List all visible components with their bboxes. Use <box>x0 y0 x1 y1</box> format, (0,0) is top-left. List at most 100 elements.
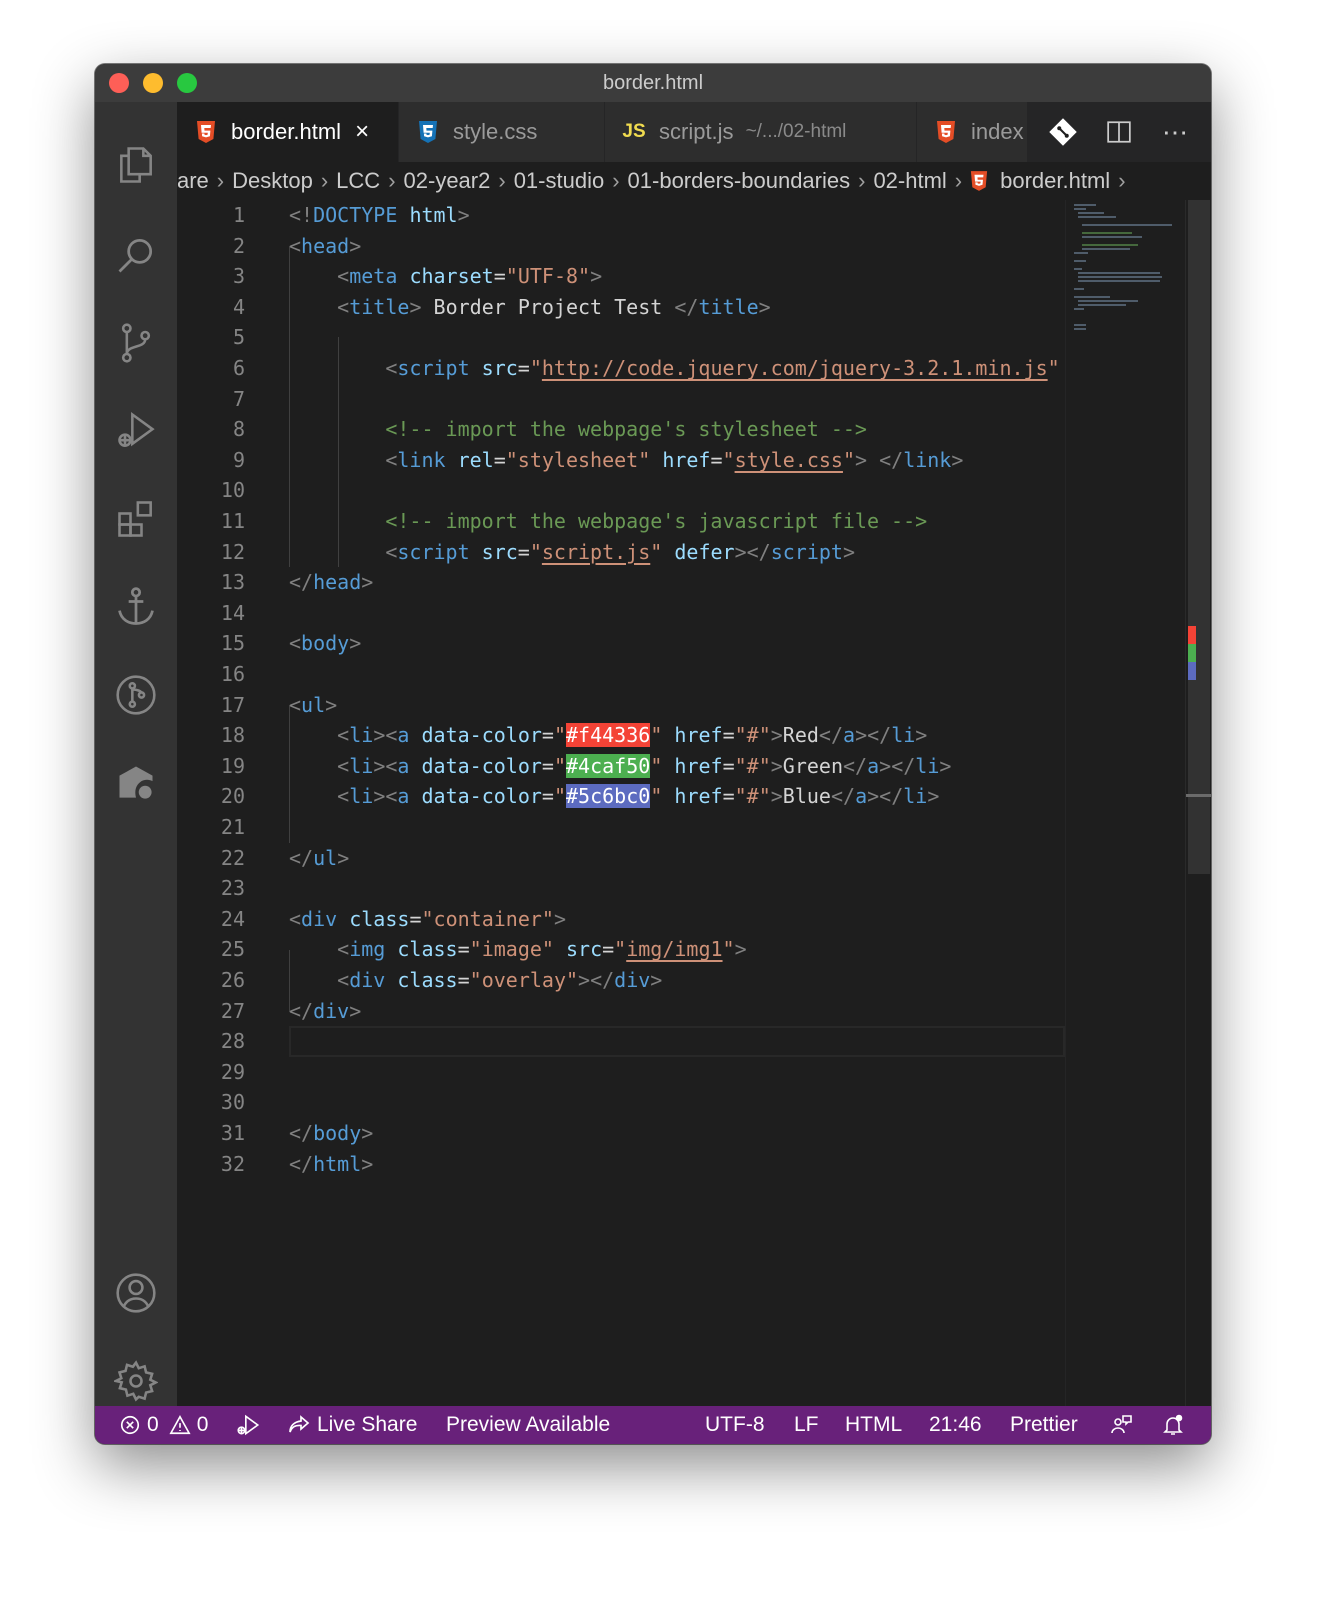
settings-gear-icon[interactable] <box>113 1358 159 1404</box>
line-number[interactable]: 24 <box>177 904 245 935</box>
code-line[interactable]: 16 <box>177 659 1065 690</box>
code-line[interactable]: 9 <link rel="stylesheet" href="style.css… <box>177 445 1065 476</box>
line-number[interactable]: 21 <box>177 812 245 843</box>
code-line[interactable]: 21 <box>177 812 1065 843</box>
close-window-button[interactable] <box>109 73 129 93</box>
git-compare-icon[interactable] <box>1043 112 1083 152</box>
breadcrumb-item[interactable]: 01-studio <box>514 168 605 194</box>
source-control-icon[interactable] <box>113 320 159 366</box>
line-number[interactable]: 16 <box>177 659 245 690</box>
code-line[interactable]: 7 <box>177 384 1065 415</box>
run-debug-icon[interactable] <box>113 408 159 454</box>
line-number[interactable]: 9 <box>177 445 245 476</box>
line-number[interactable]: 10 <box>177 475 245 506</box>
code-line[interactable]: 29 <box>177 1057 1065 1088</box>
code-line[interactable]: 12 <script src="script.js" defer></scrip… <box>177 537 1065 568</box>
debug-run-icon[interactable] <box>235 1406 261 1444</box>
line-number[interactable]: 27 <box>177 996 245 1027</box>
explorer-icon[interactable] <box>113 142 159 188</box>
line-number[interactable]: 13 <box>177 567 245 598</box>
encoding-selector[interactable]: UTF-8 <box>705 1406 765 1444</box>
line-number[interactable]: 31 <box>177 1118 245 1149</box>
code-line[interactable]: 2 <head> <box>177 231 1065 262</box>
code-line[interactable]: 26 <div class="overlay"></div> <box>177 965 1065 996</box>
code-line[interactable]: 20 <li><a data-color="#5c6bc0" href="#">… <box>177 781 1065 812</box>
code-editor[interactable]: 1 <!DOCTYPE html> 2 <head> 3 <meta charset="… <box>177 200 1065 1406</box>
code-line[interactable]: 13 </head> <box>177 567 1065 598</box>
live-share-button[interactable]: Live Share <box>287 1406 417 1444</box>
line-number[interactable]: 1 <box>177 200 245 231</box>
code-line[interactable]: 15 <body> <box>177 628 1065 659</box>
more-actions-icon[interactable]: ⋯ <box>1155 112 1195 152</box>
tab-index[interactable]: index <box>917 102 1029 162</box>
breadcrumb-item[interactable]: 02-year2 <box>404 168 491 194</box>
language-mode-selector[interactable]: HTML <box>845 1406 902 1444</box>
code-line[interactable]: 28 <box>177 1026 1065 1057</box>
code-line[interactable]: 19 <li><a data-color="#4caf50" href="#">… <box>177 751 1065 782</box>
code-line[interactable]: 6 <script src="http://code.jquery.com/jq… <box>177 353 1065 384</box>
code-line[interactable]: 11 <!-- import the webpage's javascript … <box>177 506 1065 537</box>
anchor-icon[interactable] <box>113 584 159 630</box>
tab-border-html[interactable]: border.html × <box>177 102 399 162</box>
split-editor-icon[interactable] <box>1099 112 1139 152</box>
line-number[interactable]: 14 <box>177 598 245 629</box>
eol-selector[interactable]: LF <box>794 1406 819 1444</box>
scrollbar-thumb[interactable] <box>1188 200 1210 874</box>
line-number[interactable]: 29 <box>177 1057 245 1088</box>
line-number[interactable]: 17 <box>177 690 245 721</box>
code-line[interactable]: 27 </div> <box>177 996 1065 1027</box>
code-line[interactable]: 24 <div class="container"> <box>177 904 1065 935</box>
code-line[interactable]: 1 <!DOCTYPE html> <box>177 200 1065 231</box>
code-line[interactable]: 17 <ul> <box>177 690 1065 721</box>
breadcrumb-item[interactable]: are <box>177 168 209 194</box>
feedback-icon[interactable] <box>1109 1406 1133 1444</box>
extensions-icon[interactable] <box>113 496 159 542</box>
minimize-window-button[interactable] <box>143 73 163 93</box>
line-number[interactable]: 25 <box>177 934 245 965</box>
minimap[interactable] <box>1065 200 1185 1406</box>
tab-script-js[interactable]: JS script.js ~/.../02-html <box>605 102 917 162</box>
problems-indicator[interactable]: 0 0 <box>119 1406 208 1444</box>
code-line[interactable]: 30 <box>177 1087 1065 1118</box>
code-line[interactable]: 31 </body> <box>177 1118 1065 1149</box>
line-number[interactable]: 7 <box>177 384 245 415</box>
line-number[interactable]: 4 <box>177 292 245 323</box>
code-line[interactable]: 4 <title> Border Project Test </title> <box>177 292 1065 323</box>
code-line[interactable]: 18 <li><a data-color="#f44336" href="#">… <box>177 720 1065 751</box>
remote-explorer-icon[interactable] <box>113 760 159 806</box>
line-number[interactable]: 22 <box>177 843 245 874</box>
close-tab-icon[interactable]: × <box>355 118 369 146</box>
git-graph-icon[interactable] <box>113 672 159 718</box>
code-line[interactable]: 8 <!-- import the webpage's stylesheet -… <box>177 414 1065 445</box>
line-number[interactable]: 23 <box>177 873 245 904</box>
code-line[interactable]: 25 <img class="image" src="img/img1"> <box>177 934 1065 965</box>
line-number[interactable]: 28 <box>177 1026 245 1057</box>
line-number[interactable]: 3 <box>177 261 245 292</box>
line-number[interactable]: 5 <box>177 322 245 353</box>
tab-style-css[interactable]: style.css <box>399 102 605 162</box>
code-line[interactable]: 14 <box>177 598 1065 629</box>
code-line[interactable]: 5 <box>177 322 1065 353</box>
accounts-icon[interactable] <box>113 1270 159 1316</box>
notifications-bell-icon[interactable] <box>1161 1406 1185 1444</box>
breadcrumb-item[interactable]: 01-borders-boundaries <box>628 168 851 194</box>
line-number[interactable]: 2 <box>177 231 245 262</box>
code-line[interactable]: 10 <box>177 475 1065 506</box>
line-number[interactable]: 32 <box>177 1149 245 1180</box>
line-number[interactable]: 30 <box>177 1087 245 1118</box>
line-number[interactable]: 6 <box>177 353 245 384</box>
breadcrumb-item[interactable]: 02-html <box>873 168 946 194</box>
preview-available[interactable]: Preview Available <box>446 1406 610 1444</box>
search-icon[interactable] <box>113 232 159 278</box>
code-line[interactable]: 32 </html> <box>177 1149 1065 1180</box>
prettier-status[interactable]: Prettier <box>1010 1406 1078 1444</box>
maximize-window-button[interactable] <box>177 73 197 93</box>
line-number[interactable]: 20 <box>177 781 245 812</box>
line-number[interactable]: 26 <box>177 965 245 996</box>
vertical-scrollbar[interactable] <box>1185 200 1211 1406</box>
line-number[interactable]: 8 <box>177 414 245 445</box>
breadcrumb-item[interactable]: Desktop <box>232 168 313 194</box>
code-line[interactable]: 23 <box>177 873 1065 904</box>
line-number[interactable]: 15 <box>177 628 245 659</box>
breadcrumb-item[interactable]: LCC <box>336 168 380 194</box>
